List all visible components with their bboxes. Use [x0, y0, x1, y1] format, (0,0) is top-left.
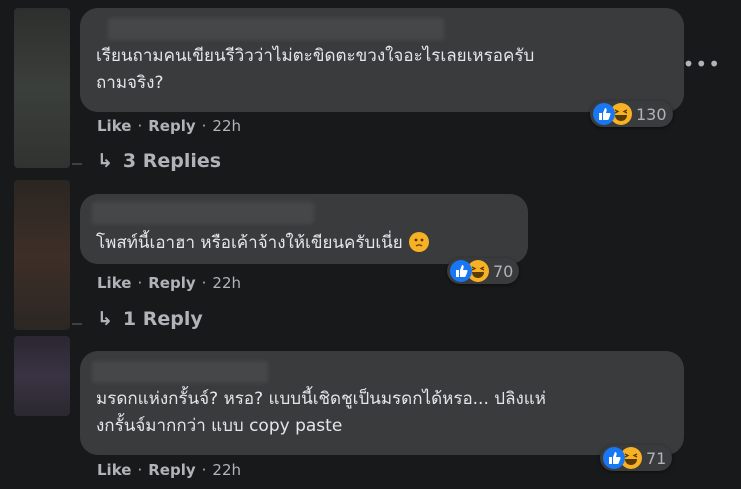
avatar-1[interactable] — [14, 8, 70, 168]
reply-link[interactable]: Reply — [148, 117, 195, 135]
view-replies-link[interactable]: ↳ 1 Reply — [97, 308, 203, 330]
like-reaction-icon — [593, 103, 615, 125]
like-link[interactable]: Like — [97, 461, 131, 479]
reply-arrow-icon: ↳ — [97, 150, 113, 172]
timestamp[interactable]: 22h — [212, 117, 241, 135]
reaction-summary[interactable]: 71 — [600, 445, 673, 471]
timestamp[interactable]: 22h — [212, 461, 241, 479]
timestamp[interactable]: 22h — [212, 274, 241, 292]
avatar-2[interactable] — [14, 180, 70, 330]
more-options-icon[interactable]: ••• — [683, 52, 721, 76]
thread-connector — [72, 163, 82, 165]
avatar-3[interactable] — [14, 336, 70, 416]
like-reaction-icon — [603, 447, 625, 469]
separator: · — [201, 117, 207, 135]
comment-text: โพสท์นี้เอาฮา หรือเค้าจ้างให้เขียนครับเน… — [96, 230, 429, 257]
comment-bubble: เรียนถามคนเขียนรีวิวว่าไม่ตะขิดตะขวงใจอะ… — [80, 8, 684, 112]
commenter-name[interactable] — [108, 18, 444, 40]
reaction-count: 70 — [493, 261, 514, 281]
separator: · — [201, 274, 207, 292]
comment-bubble: โพสท์นี้เอาฮา หรือเค้าจ้างให้เขียนครับเน… — [80, 194, 528, 264]
frown-emoji-icon — [408, 232, 429, 252]
like-reaction-icon — [450, 260, 472, 282]
replies-label: 1 Reply — [122, 308, 203, 330]
comment-actions: Like · Reply · 22h — [97, 461, 241, 479]
separator: · — [137, 117, 143, 135]
reaction-count: 71 — [646, 448, 667, 468]
reaction-summary[interactable]: 130 — [590, 101, 673, 127]
thread-connector — [72, 323, 82, 325]
comment-bubble: มรดกแห่งกรั้นจ์? หรอ? แบบนี้เชิดชูเป็นมร… — [80, 351, 684, 455]
separator: · — [137, 274, 143, 292]
reply-link[interactable]: Reply — [148, 461, 195, 479]
like-link[interactable]: Like — [97, 274, 131, 292]
commenter-name[interactable] — [92, 361, 268, 383]
separator: · — [201, 461, 207, 479]
replies-label: 3 Replies — [122, 150, 222, 172]
comment-actions: Like · Reply · 22h — [97, 274, 241, 292]
view-replies-link[interactable]: ↳ 3 Replies — [97, 150, 221, 172]
comment-text: มรดกแห่งกรั้นจ์? หรอ? แบบนี้เชิดชูเป็นมร… — [96, 389, 546, 436]
reaction-count: 130 — [636, 104, 667, 124]
comment-actions: Like · Reply · 22h — [97, 117, 241, 135]
comment-text: เรียนถามคนเขียนรีวิวว่าไม่ตะขิดตะขวงใจอะ… — [96, 46, 535, 93]
reply-link[interactable]: Reply — [148, 274, 195, 292]
reaction-summary[interactable]: 70 — [447, 258, 520, 284]
like-link[interactable]: Like — [97, 117, 131, 135]
reply-arrow-icon: ↳ — [97, 308, 113, 330]
commenter-name[interactable] — [92, 202, 314, 224]
separator: · — [137, 461, 143, 479]
